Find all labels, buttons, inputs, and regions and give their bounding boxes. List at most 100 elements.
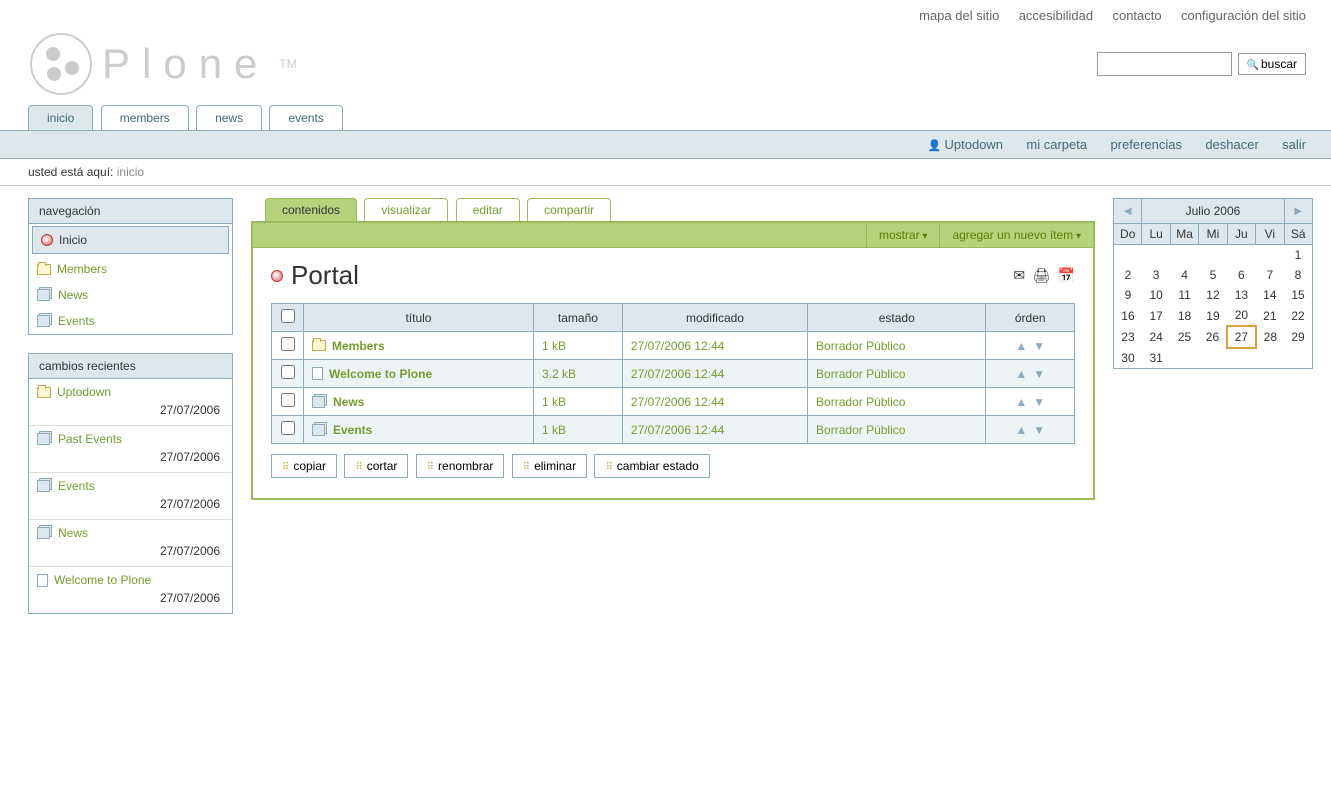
tab-members[interactable]: members — [101, 105, 189, 130]
logo[interactable]: Plone TM — [30, 33, 297, 95]
order-down-icon[interactable]: ▼ — [1033, 395, 1045, 409]
tab-edit[interactable]: editar — [456, 198, 520, 221]
cal-day[interactable]: 20 — [1227, 305, 1255, 326]
order-up-icon[interactable]: ▲ — [1015, 423, 1027, 437]
order-down-icon[interactable]: ▼ — [1033, 339, 1045, 353]
cal-day[interactable]: 31 — [1142, 348, 1170, 369]
cal-day[interactable]: 19 — [1199, 305, 1227, 326]
recent-link[interactable]: Events — [37, 479, 224, 493]
link-accessibility[interactable]: accesibilidad — [1019, 8, 1093, 23]
cal-day[interactable]: 7 — [1256, 265, 1284, 285]
change-state-button[interactable]: cambiar estado — [594, 454, 709, 478]
recent-link[interactable]: Past Events — [37, 432, 224, 446]
link-sitemap[interactable]: mapa del sitio — [919, 8, 999, 23]
nav-item-events[interactable]: Events — [29, 308, 232, 334]
cal-day[interactable]: 12 — [1199, 285, 1227, 305]
row-title-link[interactable]: Welcome to Plone — [312, 367, 525, 381]
tab-events[interactable]: events — [269, 105, 342, 130]
order-down-icon[interactable]: ▼ — [1033, 423, 1045, 437]
row-title-link[interactable]: Events — [312, 423, 525, 437]
cal-day[interactable]: 25 — [1170, 326, 1198, 348]
row-checkbox[interactable] — [281, 365, 295, 379]
cal-prev[interactable]: ◀ — [1114, 199, 1142, 224]
cal-day[interactable]: 4 — [1170, 265, 1198, 285]
preferences-link[interactable]: preferencias — [1110, 137, 1182, 152]
cal-day[interactable]: 16 — [1114, 305, 1142, 326]
cal-day[interactable] — [1256, 245, 1284, 266]
cal-day[interactable]: 21 — [1256, 305, 1284, 326]
undo-link[interactable]: deshacer — [1205, 137, 1258, 152]
cal-day[interactable] — [1256, 348, 1284, 369]
cal-day[interactable]: 8 — [1284, 265, 1312, 285]
logout-link[interactable]: salir — [1282, 137, 1306, 152]
add-new-menu[interactable]: agregar un nuevo ítem — [939, 223, 1093, 247]
cal-day[interactable]: 5 — [1199, 265, 1227, 285]
cal-day[interactable]: 2 — [1114, 265, 1142, 285]
cal-day[interactable]: 3 — [1142, 265, 1170, 285]
cal-day[interactable] — [1170, 348, 1198, 369]
recent-link[interactable]: News — [37, 526, 224, 540]
nav-item-members[interactable]: Members — [29, 256, 232, 282]
cal-next[interactable]: ▶ — [1284, 199, 1312, 224]
my-folder-link[interactable]: mi carpeta — [1026, 137, 1087, 152]
delete-button[interactable]: eliminar — [512, 454, 587, 478]
row-checkbox[interactable] — [281, 337, 295, 351]
cal-day[interactable]: 24 — [1142, 326, 1170, 348]
print-icon[interactable]: 🖨 — [1032, 267, 1050, 283]
cal-day[interactable]: 26 — [1199, 326, 1227, 348]
send-icon[interactable]: ✉ — [1013, 267, 1025, 283]
cal-day[interactable]: 11 — [1170, 285, 1198, 305]
row-title-link[interactable]: Members — [312, 339, 525, 353]
cal-day[interactable]: 10 — [1142, 285, 1170, 305]
cal-day[interactable]: 13 — [1227, 285, 1255, 305]
th-order[interactable]: órden — [986, 304, 1075, 332]
cal-day[interactable] — [1170, 245, 1198, 266]
cal-day[interactable] — [1227, 245, 1255, 266]
cal-day[interactable]: 22 — [1284, 305, 1312, 326]
row-state[interactable]: Borrador Público — [808, 360, 986, 388]
cal-day[interactable]: 17 — [1142, 305, 1170, 326]
tab-contents[interactable]: contenidos — [265, 198, 357, 221]
row-state[interactable]: Borrador Público — [808, 416, 986, 444]
select-all-checkbox[interactable] — [281, 309, 295, 323]
tab-view[interactable]: visualizar — [364, 198, 448, 221]
search-input[interactable] — [1097, 52, 1232, 76]
calendar-icon[interactable]: 📅 — [1058, 267, 1075, 283]
cal-day[interactable]: 27 — [1227, 326, 1255, 348]
cut-button[interactable]: cortar — [344, 454, 408, 478]
recent-link[interactable]: Welcome to Plone — [37, 573, 224, 587]
tab-share[interactable]: compartir — [527, 198, 611, 221]
row-state[interactable]: Borrador Público — [808, 332, 986, 360]
th-state[interactable]: estado — [808, 304, 986, 332]
th-title[interactable]: título — [304, 304, 534, 332]
cal-day[interactable] — [1199, 245, 1227, 266]
tab-news[interactable]: news — [196, 105, 262, 130]
row-title-link[interactable]: News — [312, 395, 525, 409]
th-modified[interactable]: modificado — [622, 304, 807, 332]
copy-button[interactable]: copiar — [271, 454, 337, 478]
cal-day[interactable]: 30 — [1114, 348, 1142, 369]
row-state[interactable]: Borrador Público — [808, 388, 986, 416]
cal-day[interactable]: 15 — [1284, 285, 1312, 305]
tab-home[interactable]: inicio — [28, 105, 93, 130]
order-up-icon[interactable]: ▲ — [1015, 395, 1027, 409]
cal-day[interactable]: 18 — [1170, 305, 1198, 326]
order-up-icon[interactable]: ▲ — [1015, 367, 1027, 381]
nav-item-inicio[interactable]: Inicio — [32, 226, 229, 254]
recent-link[interactable]: Uptodown — [37, 385, 224, 399]
link-contact[interactable]: contacto — [1112, 8, 1161, 23]
cal-day[interactable]: 6 — [1227, 265, 1255, 285]
user-link[interactable]: Uptodown — [928, 137, 1003, 152]
cal-day[interactable]: 9 — [1114, 285, 1142, 305]
cal-day[interactable]: 29 — [1284, 326, 1312, 348]
cal-day[interactable]: 23 — [1114, 326, 1142, 348]
cal-day[interactable] — [1142, 245, 1170, 266]
link-site-setup[interactable]: configuración del sitio — [1181, 8, 1306, 23]
order-down-icon[interactable]: ▼ — [1033, 367, 1045, 381]
cal-day[interactable]: 28 — [1256, 326, 1284, 348]
cal-day[interactable] — [1199, 348, 1227, 369]
cal-day[interactable] — [1284, 348, 1312, 369]
rename-button[interactable]: renombrar — [416, 454, 505, 478]
cal-day[interactable]: 1 — [1284, 245, 1312, 266]
search-button[interactable]: buscar — [1238, 53, 1306, 75]
